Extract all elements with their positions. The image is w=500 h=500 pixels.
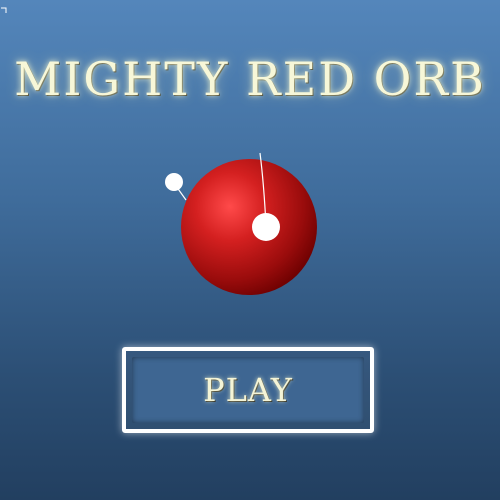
- large-satellite-ball: [252, 213, 280, 241]
- small-satellite-ball: [165, 173, 183, 191]
- red-orb: [181, 159, 317, 295]
- play-button[interactable]: PLAY: [122, 347, 374, 433]
- play-button-label: PLAY: [203, 371, 293, 409]
